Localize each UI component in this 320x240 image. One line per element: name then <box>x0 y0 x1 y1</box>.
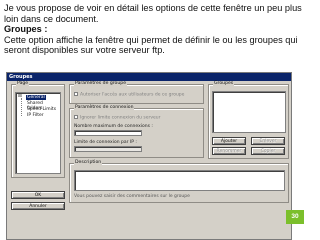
groups-list[interactable] <box>212 91 286 133</box>
ok-button[interactable]: OK <box>11 191 65 199</box>
intro-line-1: Je vous propose de voir en détail les op… <box>4 3 302 24</box>
slide-number-badge: 30 <box>286 210 304 224</box>
intro-line-2: Cette option affiche la fenêtre qui perm… <box>4 34 298 56</box>
ignore-limit-label: Ignorer limite connexion du serveur <box>80 115 161 121</box>
intro-text: Je vous propose de voir en détail les op… <box>4 3 316 56</box>
connection-settings-group: Paramètres de connexion Ignorer limite c… <box>69 105 204 158</box>
page-group-legend: Page <box>16 81 30 87</box>
description-group: Description Vous pouvez saisir des comme… <box>69 160 289 203</box>
ignore-limit-checkbox-box[interactable] <box>74 115 78 119</box>
copy-group-button[interactable]: Copier <box>251 147 285 155</box>
tree-item-speed-limits[interactable]: Speed Limits <box>26 107 57 112</box>
allow-access-label: Autoriser l'accès aux utilisateurs de ce… <box>80 92 185 98</box>
intro-heading: Groupes : <box>4 24 48 35</box>
ip-limit-label: Limite de connexion par IP : <box>74 140 137 145</box>
cancel-button[interactable]: Annuler <box>11 202 65 210</box>
group-settings-legend: Paramètres de groupe <box>74 81 128 87</box>
remove-group-button[interactable]: Enlever <box>251 137 285 145</box>
tree-connector <box>21 98 22 116</box>
description-legend: Description <box>74 160 103 166</box>
tree-item-general[interactable]: General <box>26 95 46 100</box>
description-hint: Vous pouvez saisir des commentaires sur … <box>74 194 190 199</box>
add-group-button[interactable]: Ajouter <box>212 137 246 145</box>
page-group: Page ⊟ General Shared folders Speed Limi… <box>11 81 65 178</box>
allow-access-checkbox-box[interactable] <box>74 92 78 96</box>
description-textarea[interactable] <box>74 170 285 191</box>
max-connections-input[interactable] <box>74 130 142 136</box>
dialog-title: Groupes <box>7 73 291 81</box>
group-settings-group: Paramètres de groupe Autoriser l'accès a… <box>69 81 204 104</box>
ip-limit-input[interactable] <box>74 146 142 152</box>
max-connections-label: Nombre maximum de connexions : <box>74 124 153 129</box>
allow-access-checkbox[interactable]: Autoriser l'accès aux utilisateurs de ce… <box>74 92 184 98</box>
ignore-limit-checkbox[interactable]: Ignorer limite connexion du serveur <box>74 115 161 121</box>
rename-group-button[interactable]: Renommer <box>212 147 246 155</box>
groups-group: Groupes Ajouter Enlever Renommer Copier <box>208 81 289 159</box>
page-tree[interactable]: ⊟ General Shared folders Speed Limits IP… <box>15 92 61 174</box>
groups-legend: Groupes <box>213 81 235 87</box>
tree-item-ip-filter[interactable]: IP Filter <box>26 113 45 118</box>
groups-dialog: Groupes Page ⊟ General Shared folders Sp… <box>6 72 292 240</box>
connection-settings-legend: Paramètres de connexion <box>74 105 135 111</box>
